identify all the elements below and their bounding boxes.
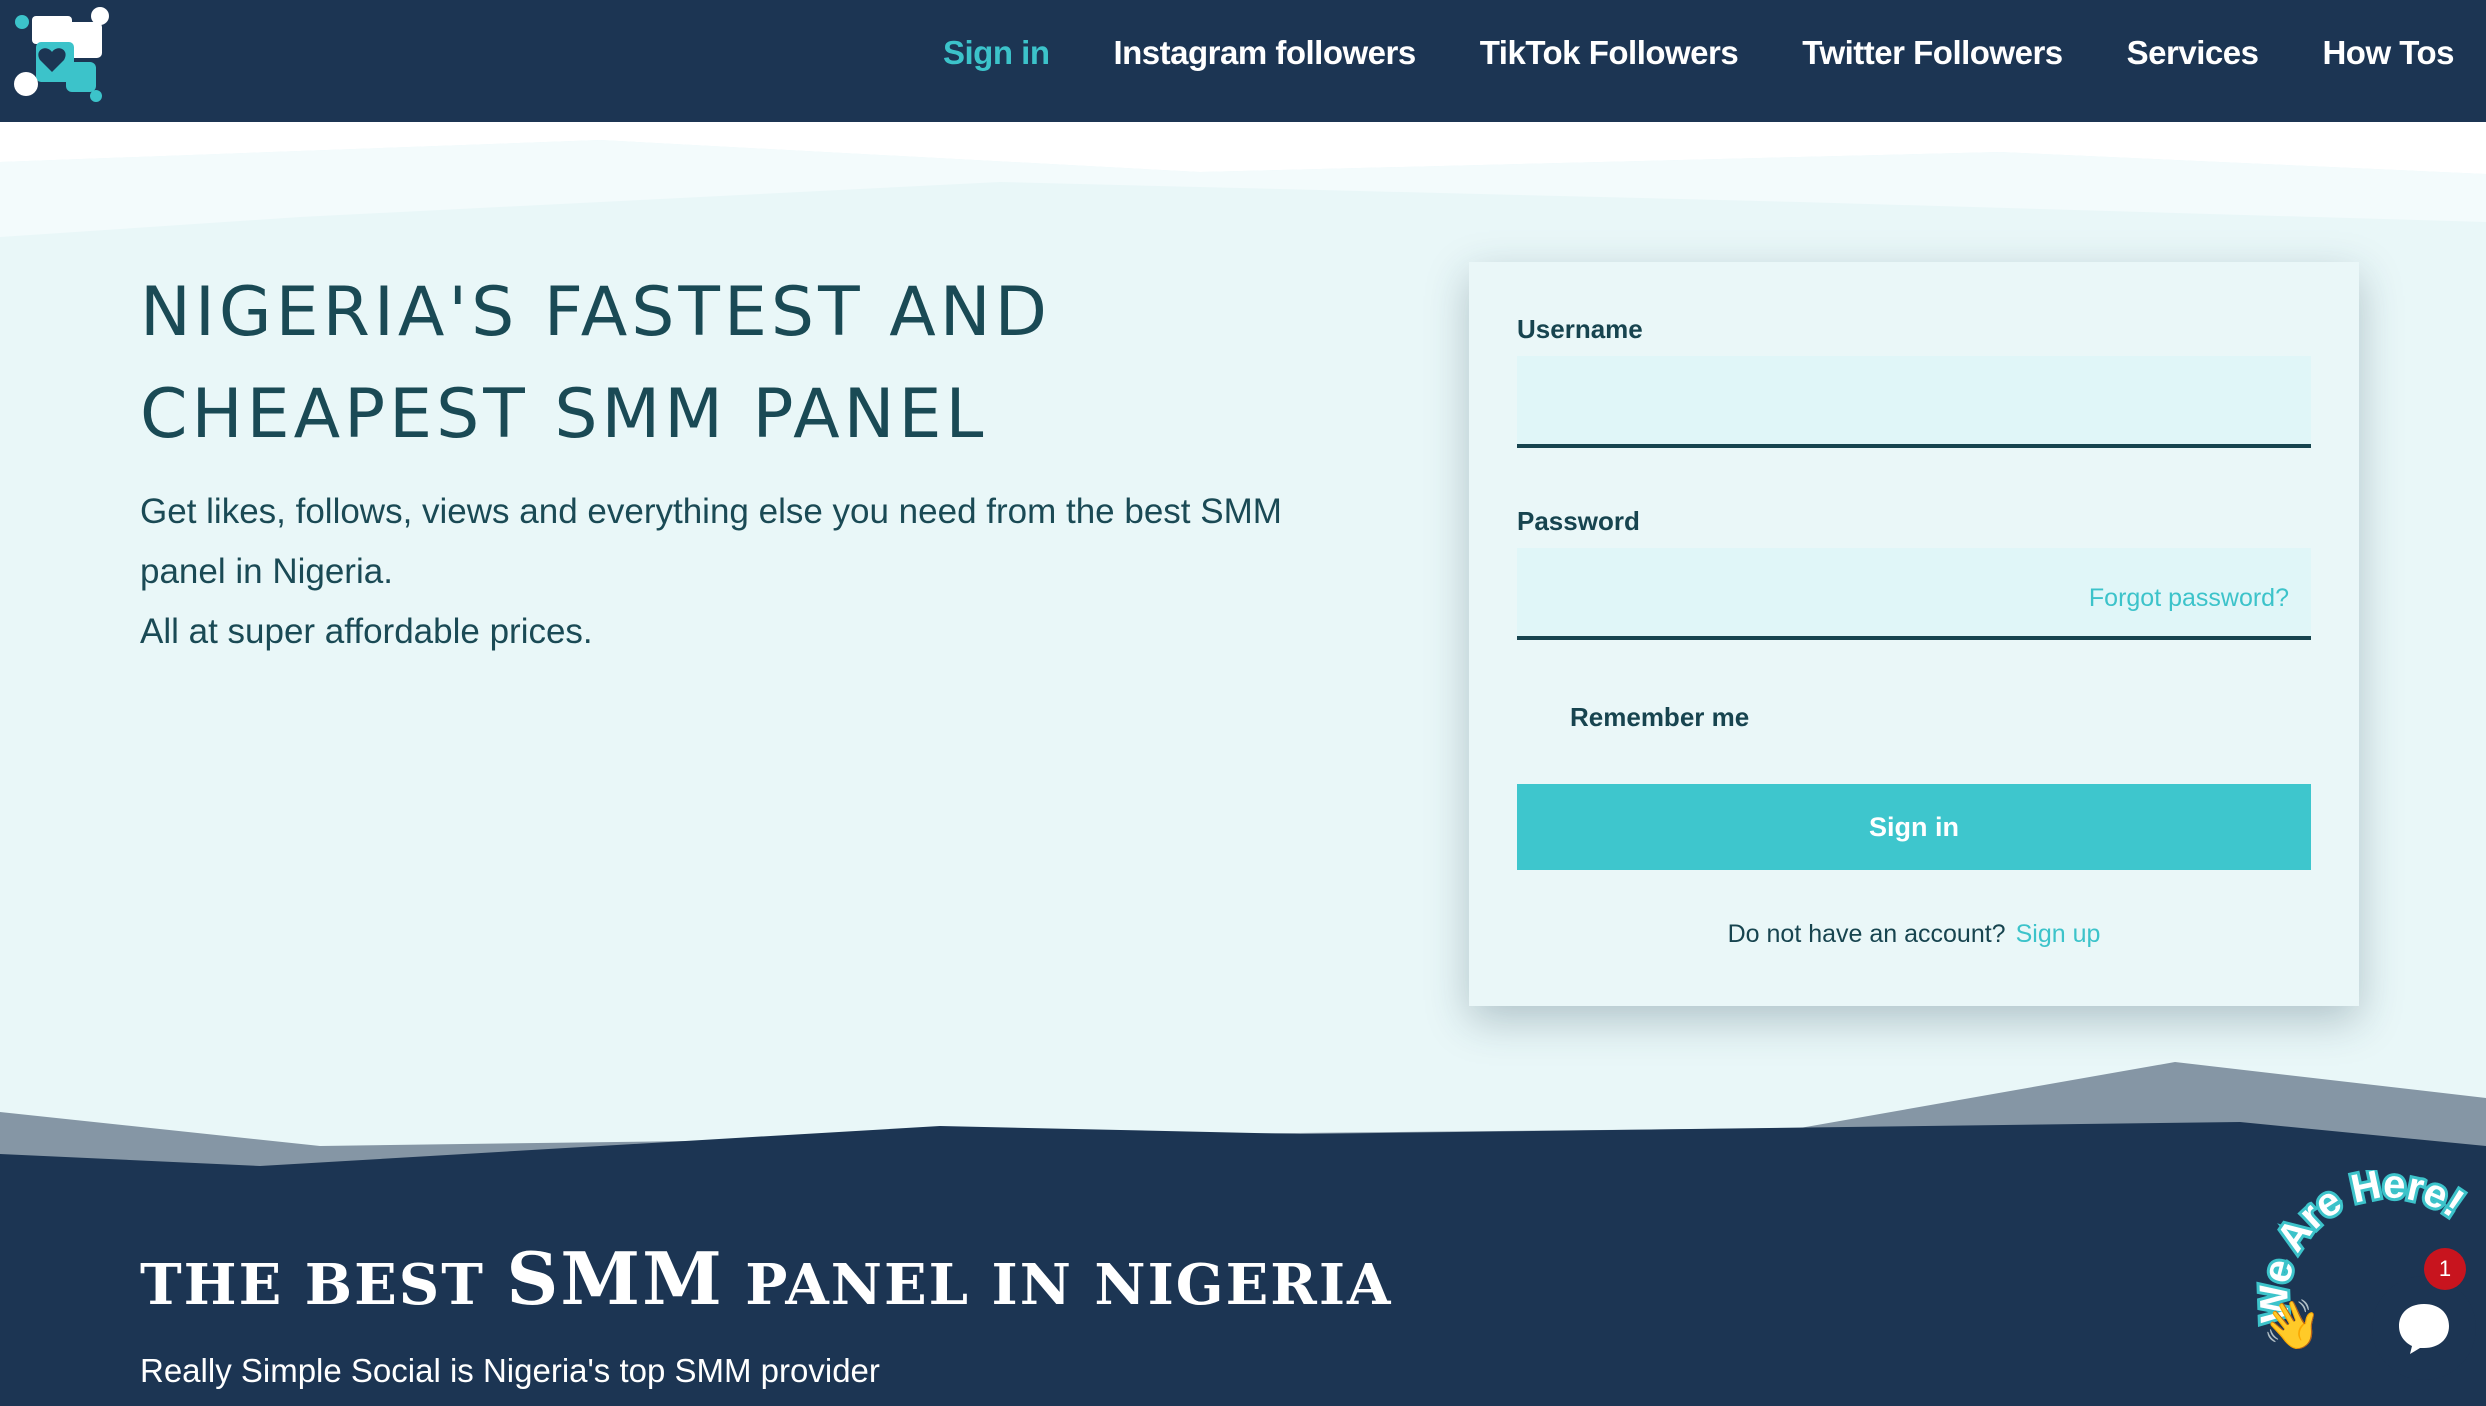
top-navbar: Sign in Instagram followers TikTok Follo… <box>0 0 2486 122</box>
hero-subtitle-line1: Get likes, follows, views and everything… <box>140 492 1282 591</box>
waving-hand-icon: 👋 <box>2262 1299 2322 1352</box>
chat-widget: We Are Here! 👋 1 <box>2250 1170 2486 1406</box>
remember-me-label[interactable]: Remember me <box>1570 702 1749 733</box>
nav-instagram-followers[interactable]: Instagram followers <box>1113 34 1416 72</box>
forgot-password-link[interactable]: Forgot password? <box>2089 584 2289 613</box>
signup-prompt-row: Do not have an account? Sign up <box>1469 920 2359 949</box>
nav-services[interactable]: Services <box>2127 34 2259 72</box>
section-title-part3: PANEL IN NIGERIA <box>723 1252 1393 1318</box>
section-title-part1: THE BEST <box>140 1252 507 1318</box>
hero-subtitle: Get likes, follows, views and everything… <box>140 482 1300 662</box>
password-label: Password <box>1517 506 1640 536</box>
chat-notification-badge: 1 <box>2424 1248 2466 1290</box>
main-nav: Sign in Instagram followers TikTok Follo… <box>943 0 2455 106</box>
chat-bubble-icon <box>2399 1304 2449 1354</box>
username-label: Username <box>1517 314 1643 344</box>
sign-in-button[interactable]: Sign in <box>1517 784 2311 870</box>
hero-title-line1: NIGERIA'S FASTEST AND <box>140 273 1051 352</box>
section-title-smm: SMM <box>506 1236 724 1321</box>
section-subtitle: Really Simple Social is Nigeria's top SM… <box>140 1352 880 1389</box>
site-logo[interactable] <box>10 6 114 102</box>
chat-open-button[interactable] <box>2372 1276 2476 1380</box>
username-input[interactable] <box>1517 356 2311 448</box>
nav-how-tos[interactable]: How Tos <box>2322 34 2454 72</box>
sign-up-link[interactable]: Sign up <box>2016 920 2101 948</box>
login-form: Username Password Forgot password? Remem… <box>1469 262 2359 1006</box>
nav-sign-in[interactable]: Sign in <box>943 34 1050 72</box>
signup-prompt-text: Do not have an account? <box>1727 920 2006 948</box>
hero-title-line2: CHEAPEST SMM PANEL <box>140 375 988 454</box>
hero-subtitle-line2: All at super affordable prices. <box>140 612 593 651</box>
hero-title: NIGERIA'S FASTEST AND CHEAPEST SMM PANEL <box>140 262 1340 466</box>
nav-twitter-followers[interactable]: Twitter Followers <box>1802 34 2063 72</box>
section-title: THE BEST SMM PANEL IN NIGERIA <box>140 1236 1392 1321</box>
nav-tiktok-followers[interactable]: TikTok Followers <box>1480 34 1739 72</box>
